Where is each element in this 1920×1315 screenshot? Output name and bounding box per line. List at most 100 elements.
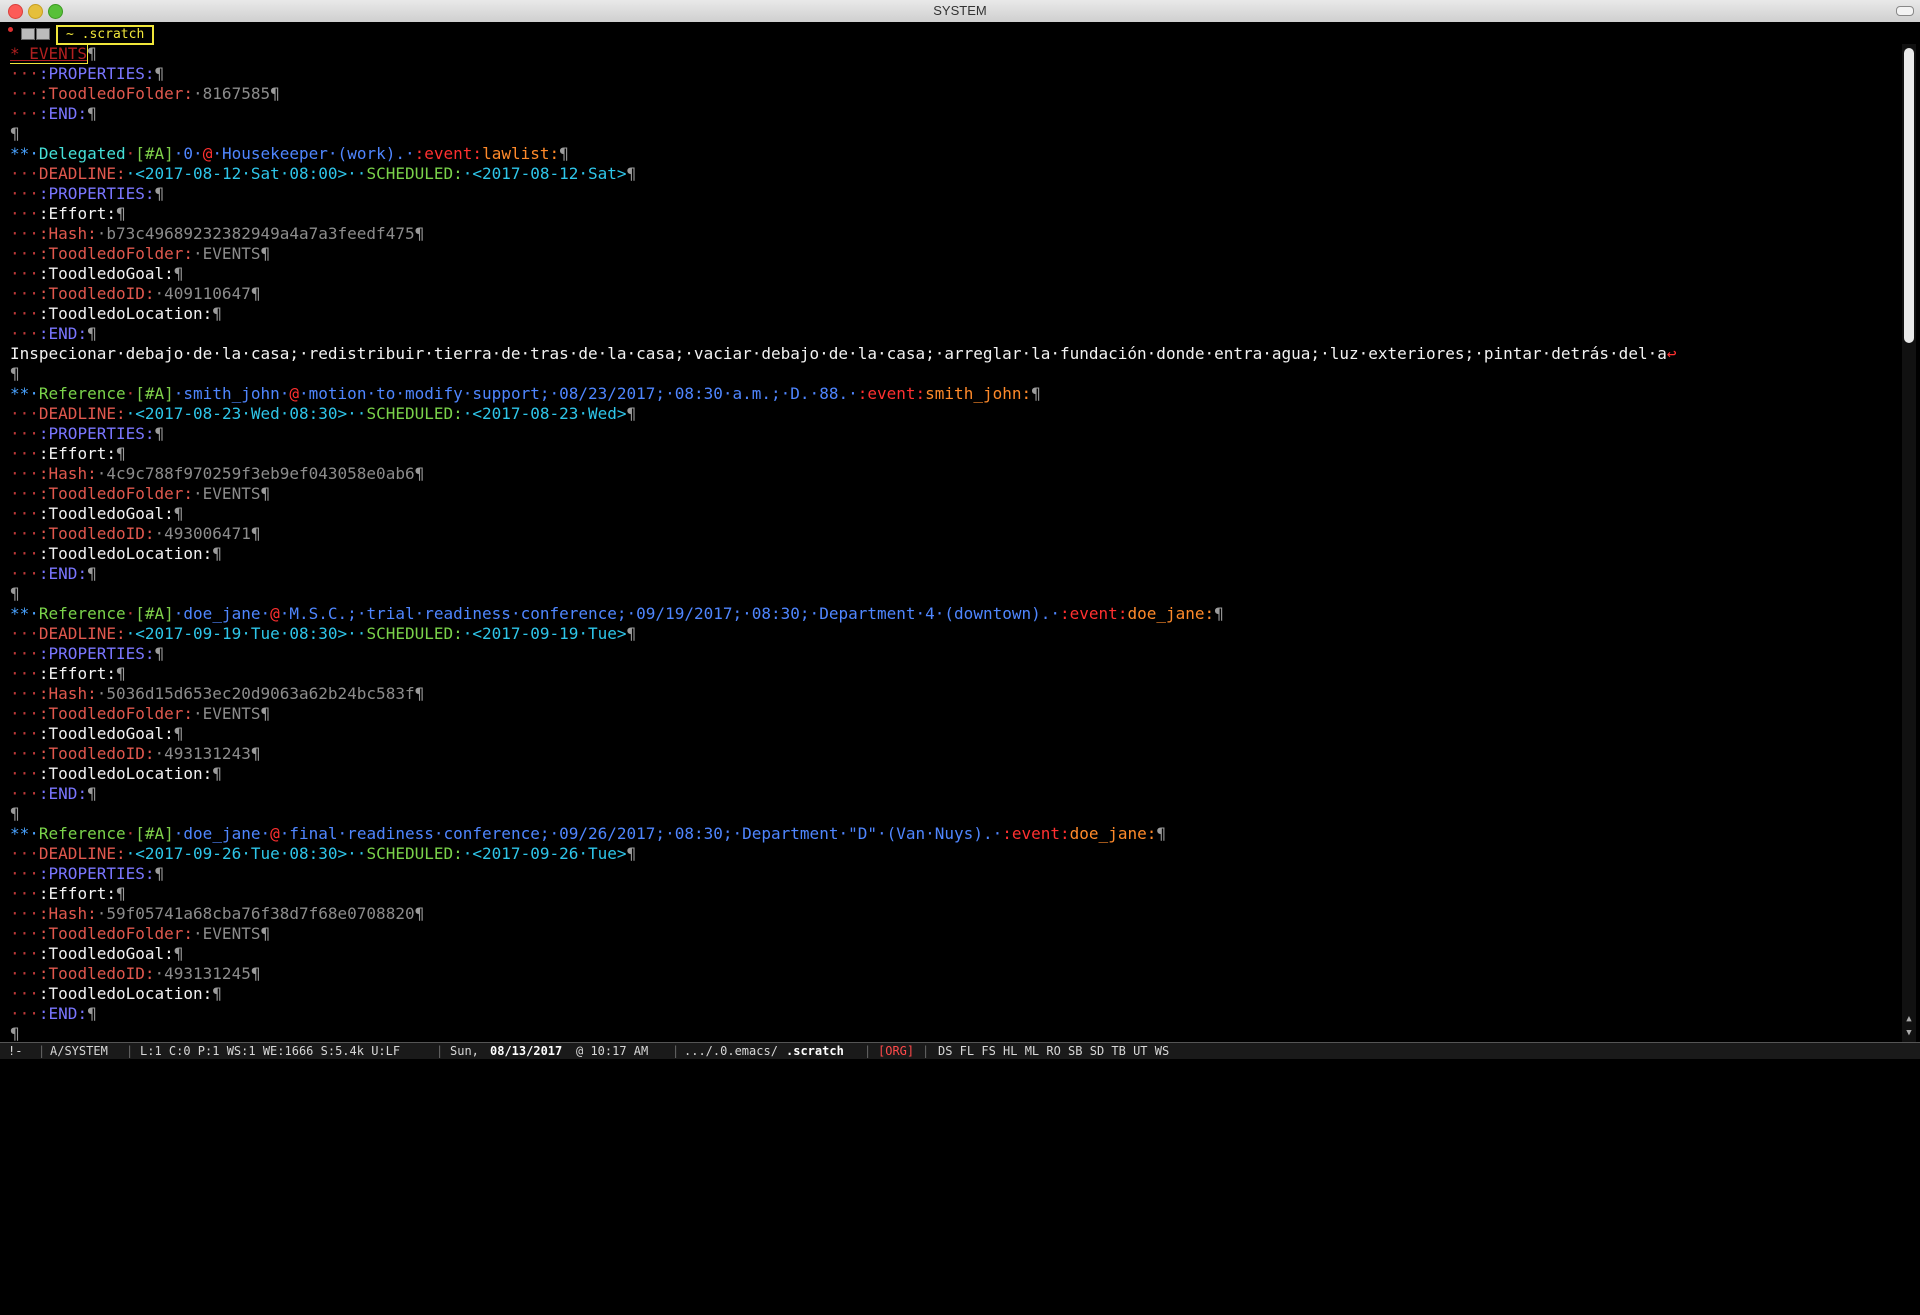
text-segment: :ToodledoID: [38, 524, 155, 543]
pilcrow-marker: ¶ [87, 104, 97, 123]
pilcrow-marker: ¶ [87, 324, 97, 343]
buffer-line[interactable]: ¶ [10, 124, 20, 144]
buffer-line[interactable]: ···DEADLINE:·<2017-09-19·Tue·08:30>··SCH… [10, 624, 636, 644]
pilcrow-marker: ¶ [87, 44, 97, 63]
buffer-line[interactable]: ···DEADLINE:·<2017-09-26·Tue·08:30>··SCH… [10, 844, 636, 864]
pilcrow-marker: ¶ [10, 804, 20, 823]
scroll-up-arrow-icon[interactable]: ▲ [1904, 1014, 1914, 1024]
pilcrow-marker: ¶ [87, 1004, 97, 1023]
echo-area[interactable] [0, 1059, 1920, 1080]
text-segment: :ToodledoGoal: [38, 944, 174, 963]
text-segment: DEADLINE: [38, 404, 126, 423]
text-segment: [#A] [135, 604, 174, 623]
buffer-line[interactable]: ···:Effort:¶ [10, 444, 126, 464]
buffer-line[interactable]: ···:PROPERTIES:¶ [10, 184, 164, 204]
text-segment: ··· [10, 464, 39, 483]
buffer-line[interactable]: ···:ToodledoFolder:·8167585¶ [10, 84, 280, 104]
modeline-buffer-name[interactable]: A/SYSTEM [50, 1043, 108, 1059]
buffer-line[interactable]: ···:Hash:·4c9c788f970259f3eb9ef043058e0a… [10, 464, 424, 484]
modeline-time: @ 10:17 AM [576, 1044, 649, 1058]
buffer-line[interactable]: ···:ToodledoLocation:¶ [10, 984, 222, 1004]
buffer-line[interactable]: ···:END:¶ [10, 564, 97, 584]
buffer-line[interactable]: **·Reference·[#A]·smith_john·@·motion·to… [10, 384, 1041, 404]
buffer-line[interactable]: ···DEADLINE:·<2017-08-12·Sat·08:00>··SCH… [10, 164, 636, 184]
modeline-file[interactable]: .scratch [786, 1043, 844, 1059]
scrollbar-thumb[interactable] [1904, 48, 1914, 343]
tab-scratch[interactable]: ~ .scratch [56, 25, 155, 45]
buffer-line[interactable]: ···:END:¶ [10, 784, 97, 804]
text-segment: :Hash: [38, 904, 97, 923]
buffer-line[interactable]: ···:PROPERTIES:¶ [10, 64, 164, 84]
tab-previous-button[interactable] [21, 28, 35, 40]
buffer-line[interactable]: Inspecionar·debajo·de·la·casa;·redistrib… [10, 344, 1676, 364]
buffer-line[interactable]: ···:ToodledoLocation:¶ [10, 764, 222, 784]
pilcrow-marker: ¶ [87, 564, 97, 583]
scroll-down-arrow-icon[interactable]: ▼ [1904, 1028, 1914, 1038]
text-segment: @ [270, 604, 280, 623]
text-segment: ·EVENTS [193, 484, 261, 503]
mode-line: !- | A/SYSTEM | L:1 C:0 P:1 WS:1 WE:1666… [0, 1042, 1920, 1059]
editor-buffer[interactable]: * EVENTS¶ ···:PROPERTIES:¶ ···:ToodledoFol… [10, 44, 1895, 1044]
pilcrow-marker: ¶ [626, 844, 637, 863]
text-segment: **· [10, 144, 39, 163]
pilcrow-marker: ¶ [10, 1024, 20, 1043]
buffer-line[interactable]: ···:Effort:¶ [10, 664, 126, 684]
pilcrow-marker: ¶ [173, 944, 184, 963]
buffer-line[interactable]: ···:ToodledoFolder:·EVENTS¶ [10, 484, 270, 504]
buffer-line[interactable]: ···:ToodledoID:·493131245¶ [10, 964, 260, 984]
buffer-line[interactable]: ···:ToodledoGoal:¶ [10, 264, 183, 284]
buffer-line[interactable]: ···:ToodledoID:·493006471¶ [10, 524, 260, 544]
buffer-line[interactable]: ···:ToodledoGoal:¶ [10, 724, 183, 744]
buffer-line[interactable]: ···:PROPERTIES:¶ [10, 644, 164, 664]
pilcrow-marker: ¶ [115, 444, 126, 463]
buffer-line[interactable]: ···:ToodledoGoal:¶ [10, 944, 183, 964]
buffer-line[interactable]: **·Delegated·[#A]·0·@·Housekeeper·(work)… [10, 144, 569, 164]
text-segment: ·Housekeeper·(work).· [212, 144, 415, 163]
window-titlebar: SYSTEM [0, 0, 1920, 23]
buffer-line[interactable]: ···:ToodledoLocation:¶ [10, 304, 222, 324]
toolbar-toggle-button[interactable] [1896, 6, 1914, 16]
buffer-line[interactable]: * EVENTS¶ [10, 44, 97, 64]
text-segment: :END: [38, 784, 88, 803]
buffer-line[interactable]: ···:END:¶ [10, 324, 97, 344]
text-segment: doe_jane: [1127, 604, 1215, 623]
buffer-line[interactable]: ···:Hash:·5036d15d653ec20d9063a62b24bc58… [10, 684, 424, 704]
buffer-line[interactable]: ···:ToodledoFolder:·EVENTS¶ [10, 704, 270, 724]
text-segment: ·4c9c788f970259f3eb9ef043058e0ab6 [96, 464, 415, 483]
buffer-line[interactable]: ···:END:¶ [10, 104, 97, 124]
buffer-line[interactable]: **·Reference·[#A]·doe_jane·@·M.S.C.;·tri… [10, 604, 1224, 624]
buffer-line[interactable]: ···:ToodledoFolder:·EVENTS¶ [10, 244, 270, 264]
buffer-line[interactable]: **·Reference·[#A]·doe_jane·@·final·readi… [10, 824, 1166, 844]
buffer-line[interactable]: ¶ [10, 804, 20, 824]
buffer-line[interactable]: ···:ToodledoID:·493131243¶ [10, 744, 260, 764]
buffer-line[interactable]: ···:Hash:·59f05741a68cba76f38d7f68e07088… [10, 904, 424, 924]
vertical-scrollbar[interactable]: ▲ ▼ [1902, 44, 1916, 1044]
buffer-line[interactable]: ···:ToodledoFolder:·EVENTS¶ [10, 924, 270, 944]
text-segment: doe_jane: [1069, 824, 1157, 843]
text-segment: :END: [38, 324, 88, 343]
buffer-line[interactable]: ¶ [10, 584, 20, 604]
buffer-line[interactable]: ···:PROPERTIES:¶ [10, 864, 164, 884]
buffer-line[interactable]: ···:ToodledoID:·409110647¶ [10, 284, 260, 304]
modeline-path[interactable]: .../.0.emacs/ [684, 1043, 778, 1059]
text-segment: Reference [38, 604, 126, 623]
buffer-line[interactable]: ···:Effort:¶ [10, 884, 126, 904]
text-segment: **· [10, 604, 39, 623]
pilcrow-marker: ¶ [626, 624, 637, 643]
text-segment: :event: [857, 384, 926, 403]
buffer-line[interactable]: ···:Effort:¶ [10, 204, 126, 224]
text-segment: :PROPERTIES: [38, 644, 155, 663]
modeline-major-mode[interactable]: [ORG] [878, 1043, 914, 1059]
text-segment: Reference [38, 384, 126, 403]
buffer-line[interactable]: ···DEADLINE:·<2017-08-23·Wed·08:30>··SCH… [10, 404, 636, 424]
buffer-line[interactable]: ¶ [10, 364, 20, 384]
tab-next-button[interactable] [36, 28, 50, 40]
buffer-line[interactable]: ···:Hash:·b73c49689232382949a4a7a3feedf4… [10, 224, 424, 244]
buffer-line[interactable]: ···:ToodledoGoal:¶ [10, 504, 183, 524]
text-segment: ·<2017-09-19·Tue> [462, 624, 627, 643]
buffer-line[interactable]: ···:PROPERTIES:¶ [10, 424, 164, 444]
buffer-line[interactable]: ¶ [10, 1024, 20, 1044]
buffer-line[interactable]: ···:ToodledoLocation:¶ [10, 544, 222, 564]
buffer-line[interactable]: ···:END:¶ [10, 1004, 97, 1024]
text-segment: @ [270, 824, 280, 843]
